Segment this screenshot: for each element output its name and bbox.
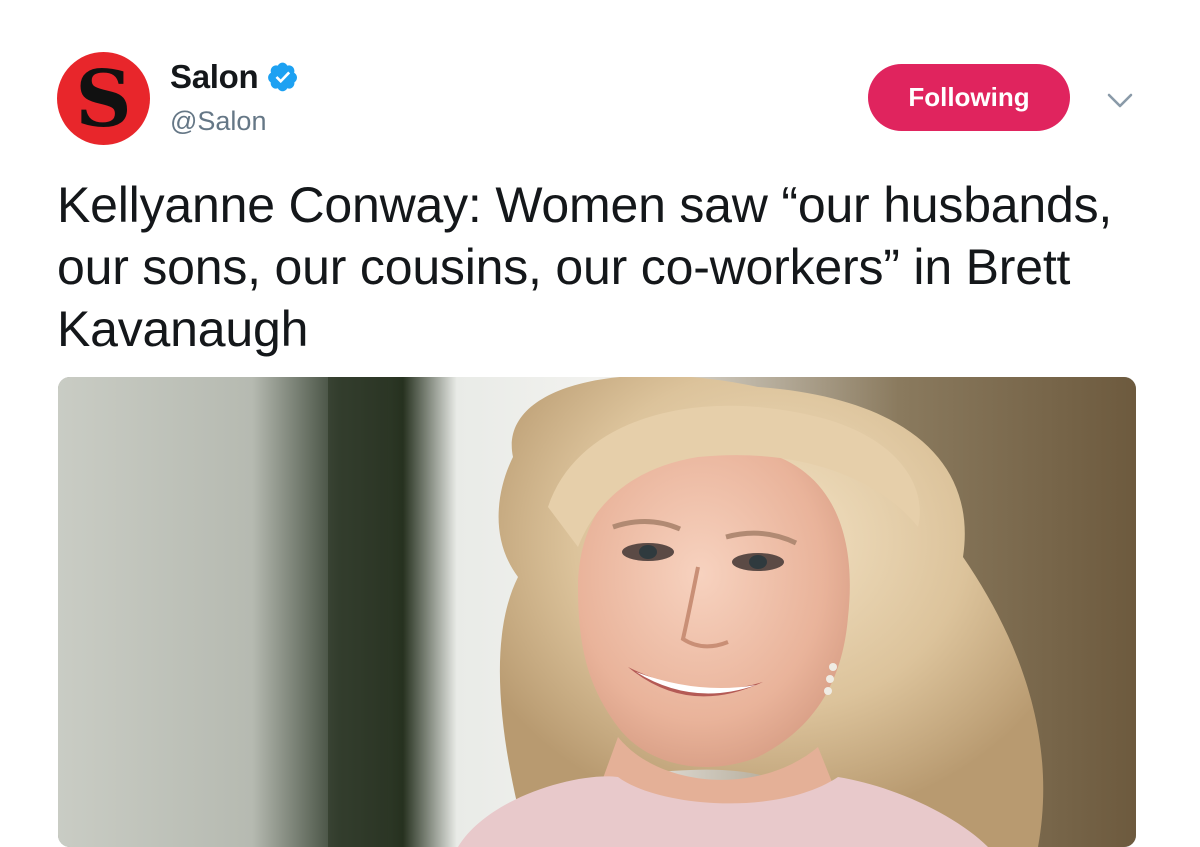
chevron-down-icon[interactable]	[1106, 89, 1134, 111]
salon-logo-letter: S	[75, 53, 132, 145]
following-button[interactable]: Following	[868, 64, 1070, 131]
photo-image	[58, 377, 1136, 847]
display-name[interactable]: Salon	[170, 58, 259, 96]
news-photo[interactable]	[58, 377, 1136, 847]
account-handle[interactable]: @Salon	[170, 106, 266, 137]
avatar[interactable]: S	[57, 52, 150, 145]
verified-badge-icon	[268, 62, 298, 92]
tweet-text: Kellyanne Conway: Women saw “our husband…	[57, 177, 1113, 357]
account-name-row: Salon	[170, 58, 299, 96]
